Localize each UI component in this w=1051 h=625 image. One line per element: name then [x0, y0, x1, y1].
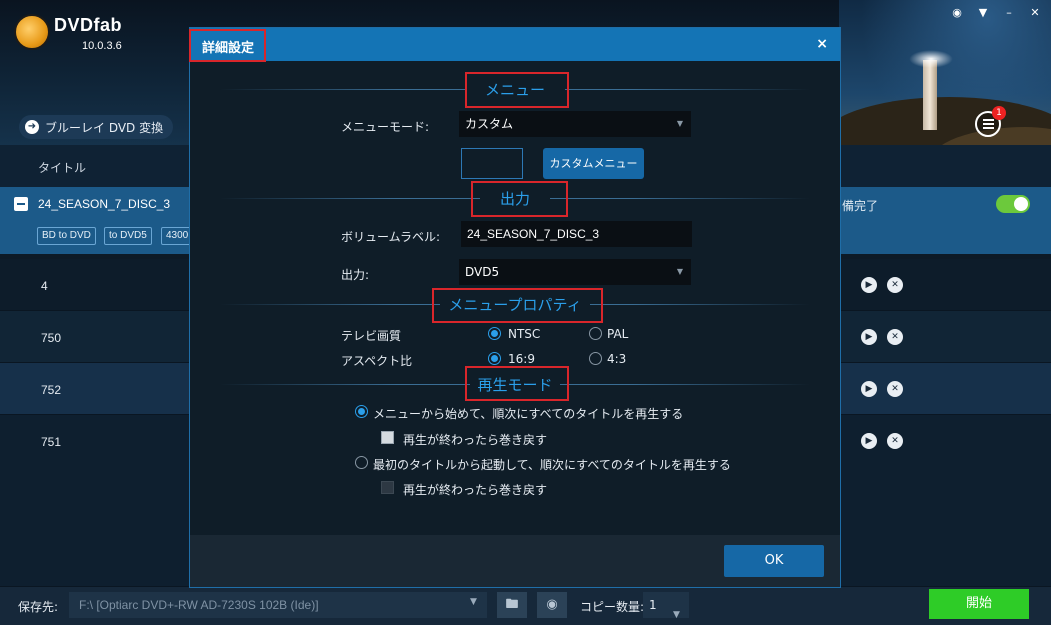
play-icon[interactable]: ▶	[861, 433, 877, 449]
title-number: 751	[41, 435, 62, 449]
tv-format-label: テレビ画質	[341, 329, 402, 343]
minimize-icon[interactable]: –	[1003, 6, 1015, 19]
chevron-down-icon[interactable]: ▼	[470, 597, 477, 607]
close-icon[interactable]: ✕	[1029, 6, 1041, 19]
remove-icon[interactable]: ✕	[887, 433, 903, 449]
disc-settings-icon[interactable]: ◉	[537, 592, 567, 618]
dvdfab-logo-icon	[14, 14, 50, 50]
logo-text: DVDfab	[54, 15, 123, 35]
close-icon[interactable]: ×	[816, 36, 828, 52]
radio-pal[interactable]	[589, 327, 602, 340]
ok-button[interactable]: OK	[724, 545, 824, 577]
bottom-bar: 保存先: F:\ [Optiarc DVD+-RW AD-7230S 102B …	[0, 587, 1051, 625]
highlight-dialog-title	[189, 29, 266, 62]
dialog-footer: OK	[190, 535, 840, 587]
chevron-down-icon: ▼	[676, 267, 683, 276]
play-from-menu-label: メニューから始めて、順次にすべてのタイトルを再生する	[373, 407, 684, 421]
advanced-settings-dialog: 詳細設定 × メニュー メニューモード: カスタム ▼ カスタムメニュー 出力 …	[189, 27, 841, 588]
radio-play-from-first-title[interactable]	[355, 456, 368, 469]
wifi-icon[interactable]: ▼	[977, 6, 989, 19]
rewind-checkbox-1[interactable]	[381, 431, 394, 444]
app-version: 10.0.3.6	[82, 40, 122, 52]
copies-select[interactable]: 1 ▼	[643, 592, 689, 620]
arrow-right-icon: ➜	[25, 120, 39, 134]
output-select[interactable]: DVD5 ▼	[459, 259, 691, 285]
copies-value: 1	[649, 598, 657, 612]
menu-mode-select[interactable]: カスタム ▼	[459, 111, 691, 137]
save-path-select[interactable]: F:\ [Optiarc DVD+-RW AD-7230S 102B (Ide)…	[69, 592, 487, 618]
convert-mode-button[interactable]: ➜ ブルーレイ DVD 変換	[19, 115, 174, 139]
highlight-output-section	[471, 181, 568, 217]
chip-mode[interactable]: BD to DVD	[37, 227, 96, 245]
tshirt-icon[interactable]: ◉	[951, 6, 963, 19]
menu-mode-label: メニューモード:	[341, 120, 430, 134]
aspect-16-9-label: 16:9	[508, 352, 535, 366]
play-from-first-title-label: 最初のタイトルから起動して、順次にすべてのタイトルを再生する	[373, 458, 731, 472]
remove-icon[interactable]: ✕	[887, 277, 903, 293]
chip-output[interactable]: to DVD5	[104, 227, 152, 245]
chevron-down-icon: ▼	[673, 610, 680, 620]
rewind-label-1: 再生が終わったら巻き戻す	[403, 433, 548, 447]
volume-label-input[interactable]: 24_SEASON_7_DISC_3	[461, 221, 692, 247]
save-to-label: 保存先:	[18, 600, 59, 614]
play-icon[interactable]: ▶	[861, 329, 877, 345]
radio-ntsc[interactable]	[488, 327, 501, 340]
collapse-icon[interactable]	[14, 197, 28, 211]
folder-icon[interactable]: 🖿	[497, 592, 527, 618]
ntsc-label: NTSC	[508, 327, 541, 341]
title-number: 750	[41, 331, 62, 345]
chevron-down-icon: ▼	[676, 119, 683, 128]
source-toggle[interactable]	[996, 195, 1030, 213]
highlight-play-mode-section	[465, 366, 569, 401]
rewind-checkbox-2[interactable]	[381, 481, 394, 494]
remove-icon[interactable]: ✕	[887, 381, 903, 397]
highlight-menu-section	[465, 72, 569, 108]
aspect-ratio-label: アスペクト比	[341, 354, 413, 368]
title-column-label: タイトル	[38, 161, 87, 175]
volume-label-label: ボリュームラベル:	[341, 230, 441, 244]
queue-count-badge: 1	[992, 106, 1006, 120]
radio-4-3[interactable]	[589, 352, 602, 365]
radio-play-from-menu[interactable]	[355, 405, 368, 418]
window-controls: ◉ ▼ – ✕	[951, 6, 1041, 19]
rewind-label-2: 再生が終わったら巻き戻す	[403, 483, 548, 497]
dialog-titlebar: 詳細設定 ×	[190, 28, 840, 61]
aspect-4-3-label: 4:3	[607, 352, 627, 366]
start-button[interactable]: 開始	[929, 589, 1029, 619]
title-number: 4	[41, 279, 48, 293]
remove-icon[interactable]: ✕	[887, 329, 903, 345]
menu-preview-box	[461, 148, 523, 179]
convert-mode-label: ブルーレイ DVD 変換	[45, 120, 164, 135]
pal-label: PAL	[607, 327, 629, 341]
output-value: DVD5	[465, 265, 500, 279]
copies-label: コピー数量:	[580, 600, 645, 614]
radio-16-9[interactable]	[488, 352, 501, 365]
play-icon[interactable]: ▶	[861, 277, 877, 293]
source-name: 24_SEASON_7_DISC_3	[38, 197, 171, 211]
output-label: 出力:	[341, 268, 370, 282]
custom-menu-button[interactable]: カスタムメニュー	[543, 148, 644, 179]
highlight-menu-properties-section	[432, 288, 603, 323]
menu-mode-value: カスタム	[465, 117, 514, 131]
play-icon[interactable]: ▶	[861, 381, 877, 397]
title-number: 752	[41, 383, 62, 397]
ready-status: 備完了	[842, 199, 879, 213]
